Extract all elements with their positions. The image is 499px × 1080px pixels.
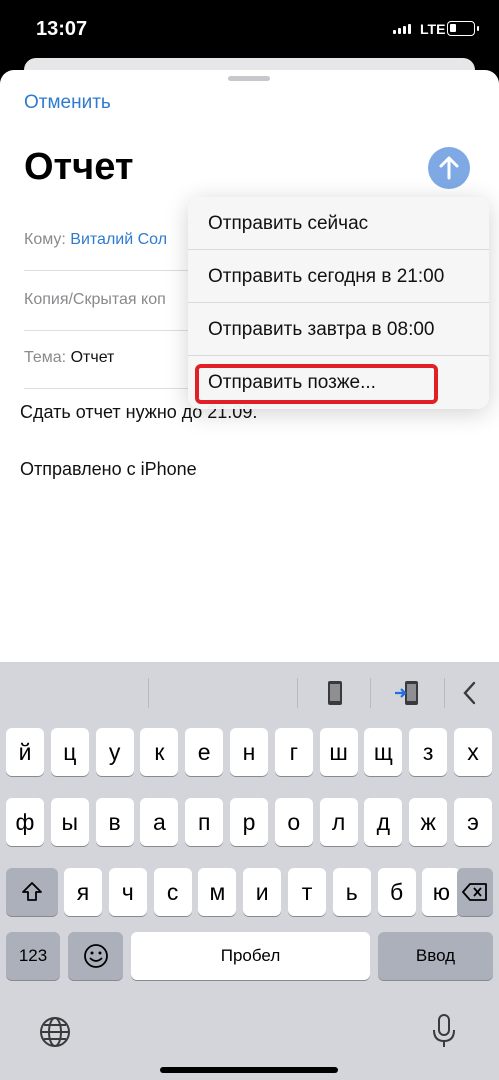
network-type: LTE [420,21,446,37]
key-е[interactable]: е [185,728,224,776]
to-recipient[interactable]: Виталий Сол [70,231,167,248]
key-т[interactable]: т [288,868,326,916]
key-м[interactable]: м [198,868,237,916]
key-ч[interactable]: ч [108,868,147,916]
space-key[interactable]: Пробел [131,932,370,980]
subject-field[interactable]: Тема: Отчет [24,349,114,367]
emoji-key[interactable] [68,932,123,980]
delete-key[interactable] [457,868,493,916]
key-с[interactable]: с [153,868,192,916]
key-з[interactable]: з [409,728,448,776]
sheet-grabber[interactable] [228,76,270,81]
key-ф[interactable]: ф [6,798,44,846]
phone-icon[interactable] [320,678,350,708]
toolbar-divider [370,678,371,708]
send-button[interactable] [428,147,470,189]
key-й[interactable]: й [6,728,44,776]
key-д[interactable]: д [364,798,403,846]
subject-value[interactable]: Отчет [71,349,115,366]
key-ь[interactable]: ь [332,868,371,916]
key-и[interactable]: и [243,868,282,916]
menu-send-now[interactable]: Отправить сейчас [188,197,489,250]
toolbar-divider [444,678,445,708]
shift-key[interactable] [6,868,58,916]
shift-icon [22,882,42,901]
to-label: Кому: [24,231,66,248]
status-bar: 13:07 LTE [0,0,499,62]
emoji-icon [83,944,108,968]
key-к[interactable]: к [140,728,179,776]
key-я[interactable]: я [64,868,102,916]
numbers-key[interactable]: 123 [6,932,60,980]
phone-transfer-icon[interactable] [393,678,423,708]
key-л[interactable]: л [319,798,358,846]
divider [24,330,189,331]
home-indicator [160,1067,338,1073]
cancel-button[interactable]: Отменить [24,92,111,114]
divider [24,388,189,389]
signal-icon [393,24,411,34]
key-э[interactable]: э [454,798,492,846]
key-о[interactable]: о [274,798,313,846]
cc-field[interactable]: Копия/Скрытая коп [24,291,166,309]
globe-icon[interactable] [38,1015,72,1049]
key-б[interactable]: б [377,868,416,916]
key-ы[interactable]: ы [50,798,89,846]
arrow-up-icon [439,156,459,180]
key-г[interactable]: г [274,728,313,776]
message-signature[interactable]: Отправлено с iPhone [20,459,197,480]
key-в[interactable]: в [95,798,134,846]
compose-title: Отчет [24,146,134,188]
cc-label: Копия/Скрытая коп [24,291,166,308]
toolbar-divider [297,678,298,708]
key-ж[interactable]: ж [409,798,448,846]
key-у[interactable]: у [95,728,134,776]
menu-send-tomorrow[interactable]: Отправить завтра в 08:00 [188,303,489,356]
chevron-left-icon[interactable] [455,678,485,708]
key-а[interactable]: а [140,798,179,846]
key-р[interactable]: р [230,798,268,846]
key-п[interactable]: п [185,798,224,846]
highlight-annotation-box [195,364,438,404]
subject-label: Тема: [24,349,67,366]
key-ш[interactable]: ш [319,728,358,776]
battery-icon [447,21,479,36]
status-time: 13:07 [36,18,88,40]
key-х[interactable]: х [454,728,492,776]
return-key[interactable]: Ввод [378,932,493,980]
to-field[interactable]: Кому: Виталий Сол [24,231,167,249]
key-щ[interactable]: щ [364,728,403,776]
key-н[interactable]: н [230,728,268,776]
menu-send-today[interactable]: Отправить сегодня в 21:00 [188,250,489,303]
toolbar-divider [148,678,149,708]
key-ю[interactable]: ю [422,868,461,916]
key-ц[interactable]: ц [50,728,89,776]
microphone-icon[interactable] [430,1012,458,1050]
divider [24,270,189,271]
backspace-icon [462,883,487,901]
